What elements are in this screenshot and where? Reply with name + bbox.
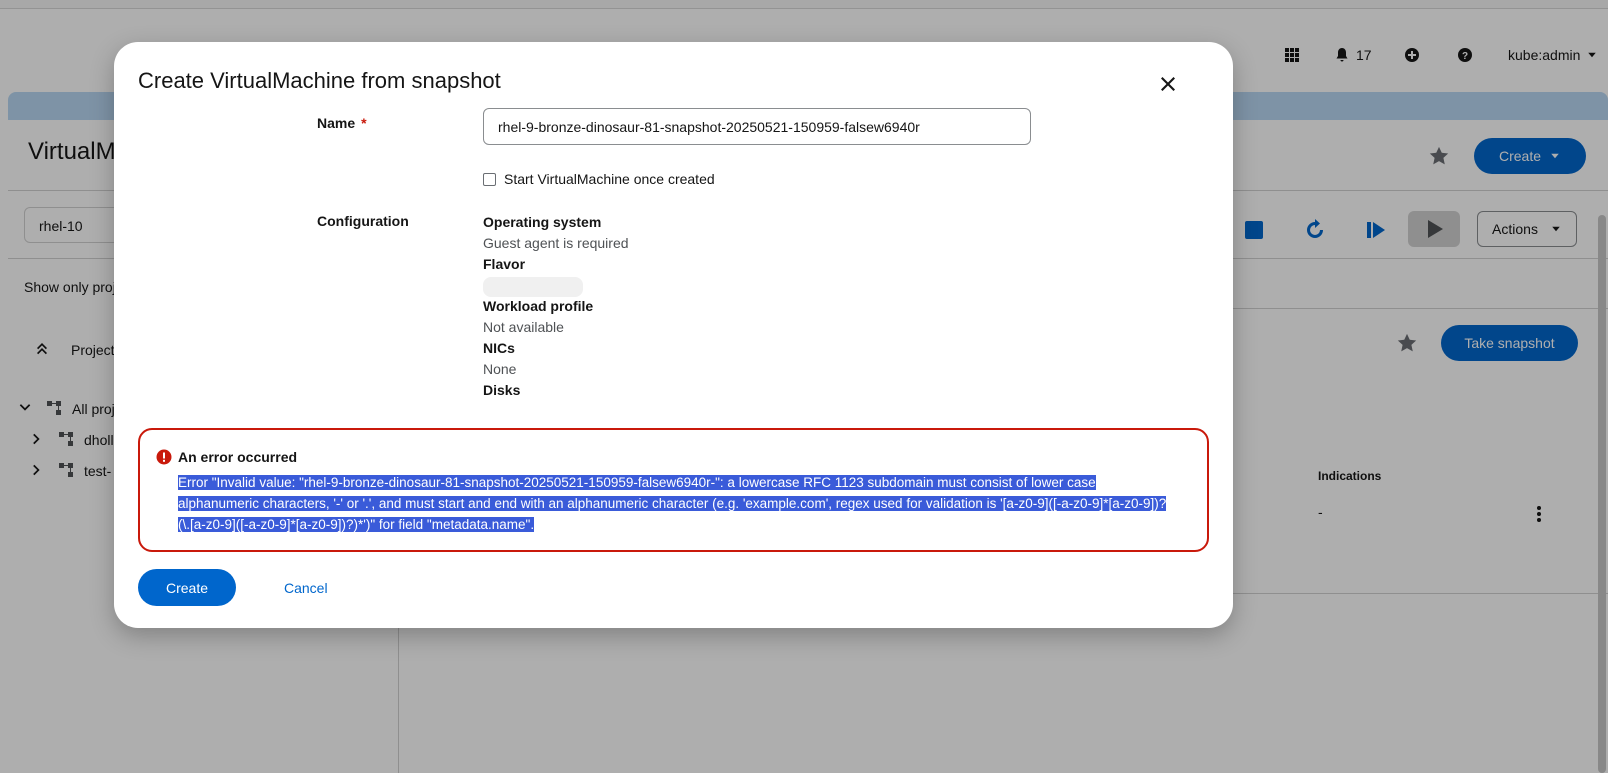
create-button[interactable]: Create (138, 569, 236, 606)
close-button[interactable] (1154, 70, 1182, 98)
nics-value: None (483, 361, 517, 377)
nics-label: NICs (483, 340, 515, 356)
start-vm-checkbox-row[interactable]: Start VirtualMachine once created (483, 171, 715, 187)
cancel-button[interactable]: Cancel (284, 569, 328, 606)
start-vm-checkbox[interactable] (483, 172, 496, 186)
alert-message-text: Error "Invalid value: "rhel-9-bronze-din… (178, 475, 1167, 532)
exclamation-circle-icon (156, 449, 172, 465)
create-vm-from-snapshot-modal: Create VirtualMachine from snapshot Name… (114, 42, 1233, 628)
error-alert: An error occurred Error "Invalid value: … (138, 428, 1209, 552)
alert-message: Error "Invalid value: "rhel-9-bronze-din… (178, 472, 1168, 535)
os-label: Operating system (483, 214, 602, 230)
alert-title: An error occurred (178, 449, 298, 465)
name-label-text: Name (317, 115, 356, 131)
workload-profile-value: Not available (483, 319, 564, 335)
flavor-label: Flavor (483, 256, 526, 272)
required-marker: * (361, 115, 367, 131)
os-value: Guest agent is required (483, 235, 629, 251)
workload-profile-label: Workload profile (483, 298, 594, 314)
start-vm-checkbox-label: Start VirtualMachine once created (504, 171, 715, 187)
disks-label: Disks (483, 382, 521, 398)
modal-title: Create VirtualMachine from snapshot (138, 68, 501, 93)
configuration-label: Configuration (317, 213, 409, 229)
name-label: Name * (317, 115, 367, 131)
close-icon (1161, 77, 1175, 91)
name-input[interactable] (483, 108, 1031, 145)
flavor-loading-skeleton (483, 277, 583, 297)
